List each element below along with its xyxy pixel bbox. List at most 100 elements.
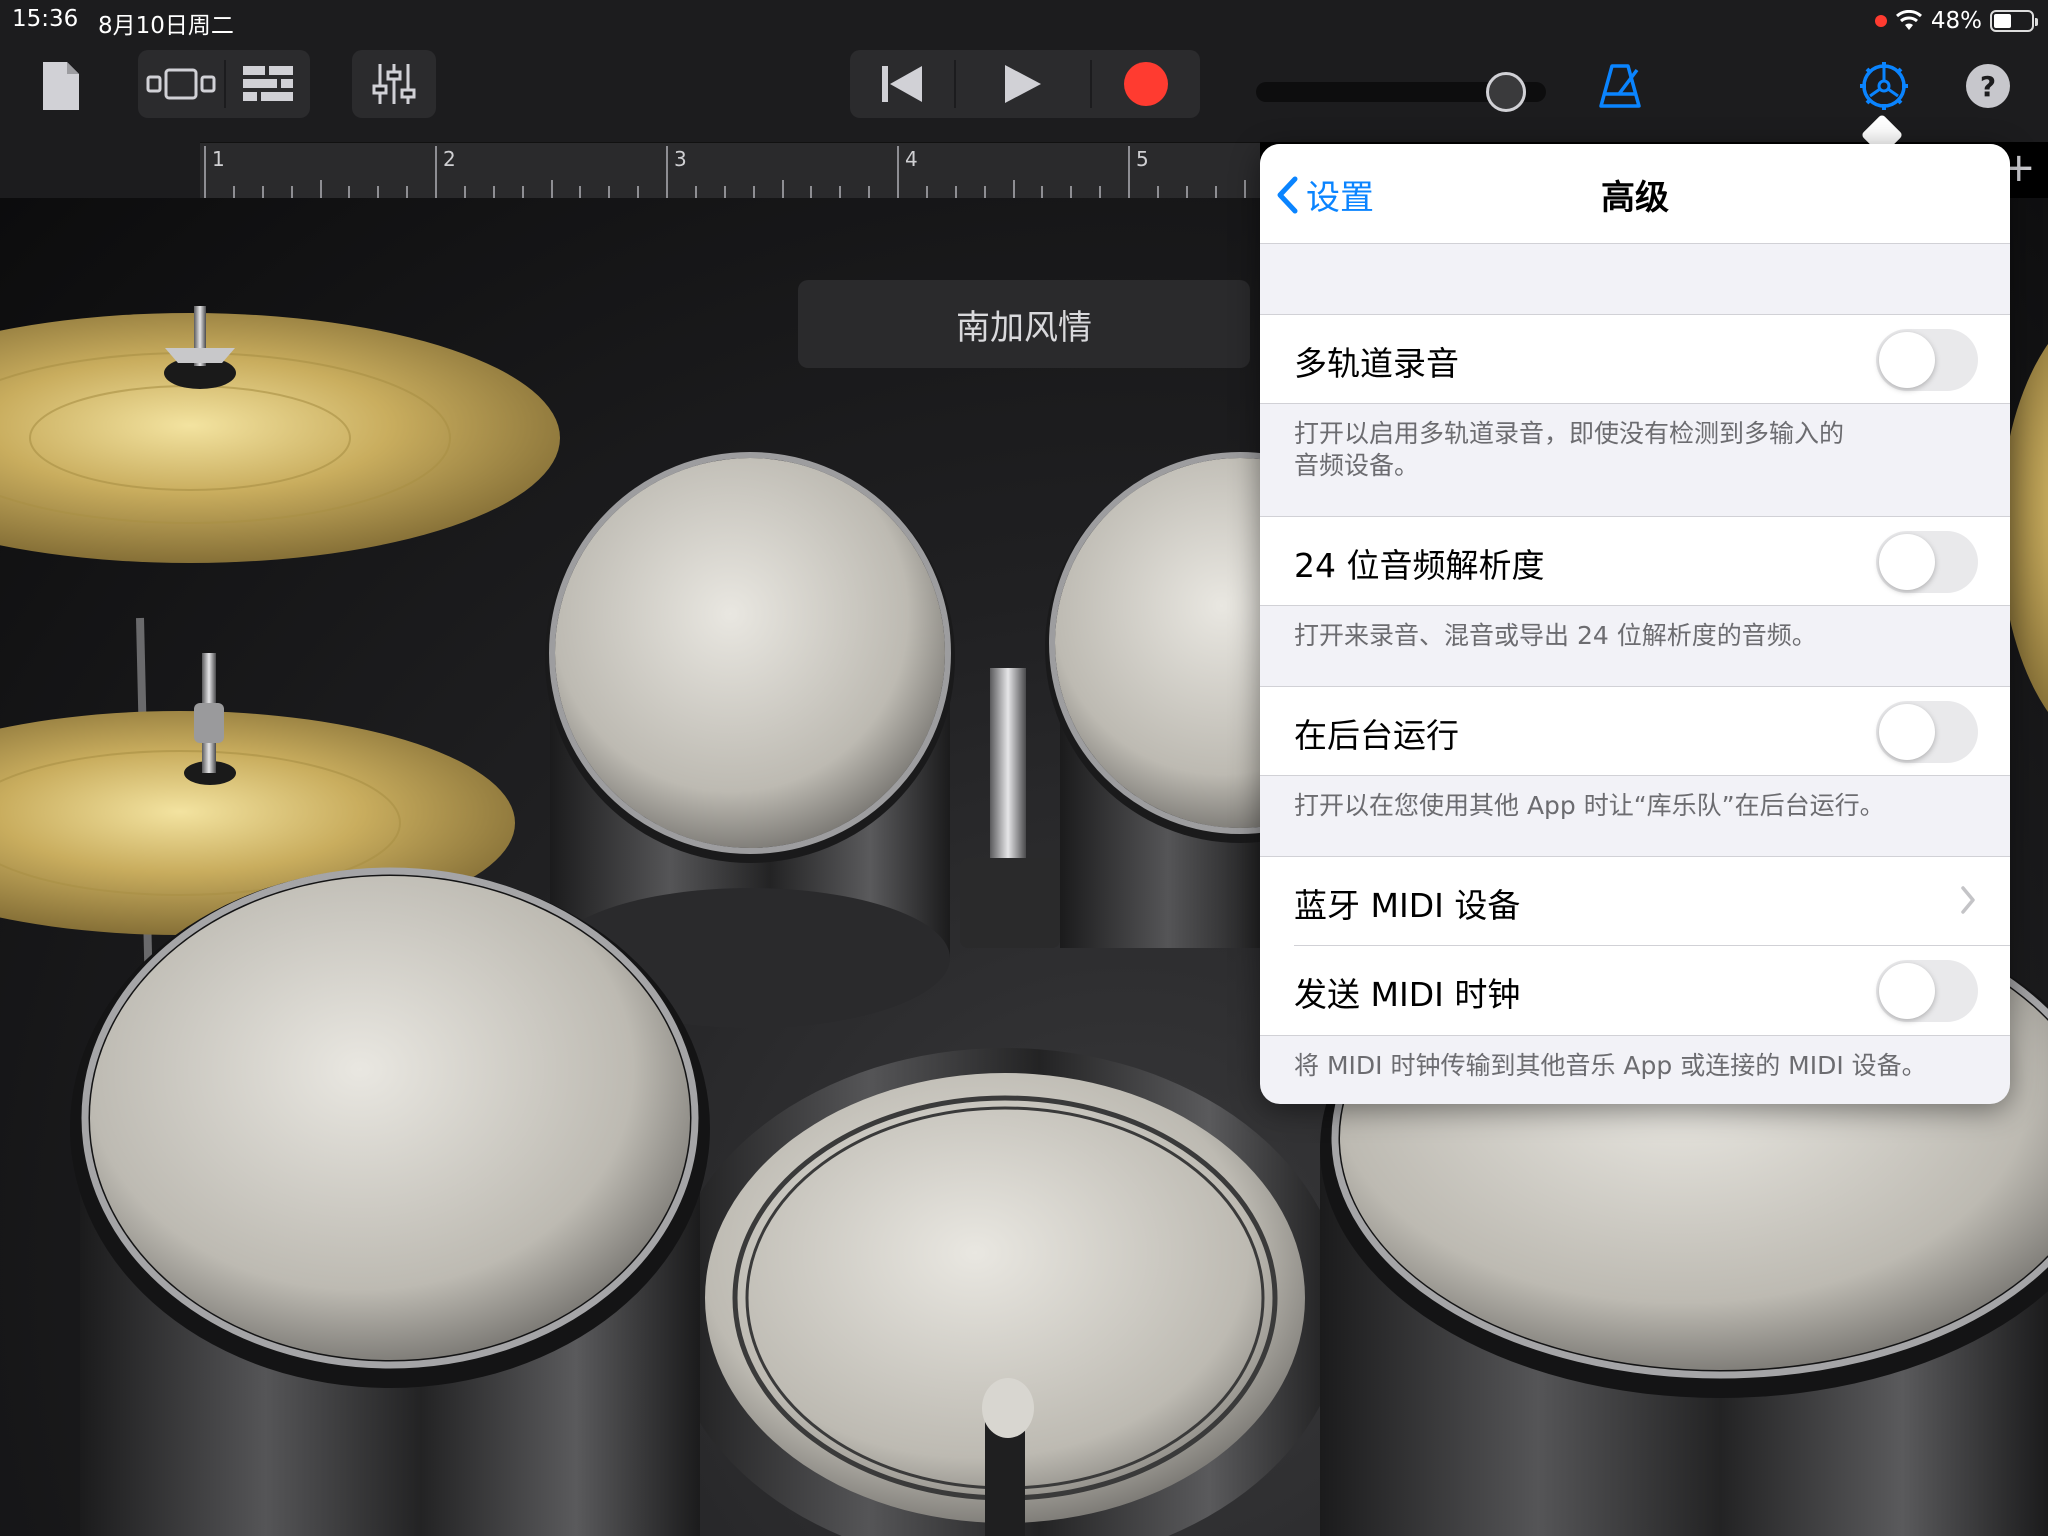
multitrack-recording-toggle[interactable] bbox=[1876, 329, 1978, 391]
tom-mount-base bbox=[960, 858, 1060, 948]
ruler-tick bbox=[1243, 180, 1246, 198]
ruler-bar-label: 4 bbox=[905, 147, 918, 171]
footnote-line: 将 MIDI 时钟传输到其他音乐 App 或连接的 MIDI 设备。 bbox=[1294, 1051, 1927, 1080]
row-label: 蓝牙 MIDI 设备 bbox=[1294, 886, 1521, 925]
timeline-ruler[interactable]: 1 2 3 4 5 bbox=[200, 142, 1333, 198]
toolbar: ? bbox=[0, 40, 2048, 142]
advanced-settings-popover: 设置 高级 多轨道录音 打开以启用多轨道录音，即使没有检测到多输入的 音频设备。… bbox=[1260, 144, 2010, 1104]
ruler-tick bbox=[723, 186, 726, 198]
run-in-background-footnote: 打开以在您使用其他 App 时让“库乐队”在后台运行。 bbox=[1294, 790, 1984, 822]
settings-button[interactable] bbox=[1858, 56, 1910, 116]
transport-controls bbox=[850, 50, 1200, 118]
ruler-tick bbox=[1128, 146, 1130, 198]
ruler-tick bbox=[579, 186, 582, 198]
status-bar: 15:36 8月10日周二 48% bbox=[0, 0, 2048, 40]
ruler-tick bbox=[983, 186, 986, 198]
toggle-knob bbox=[1879, 963, 1935, 1019]
ruler-tick bbox=[261, 186, 264, 198]
volume-knob[interactable] bbox=[1486, 72, 1526, 112]
go-to-beginning-button[interactable] bbox=[850, 50, 954, 118]
ruler-tick bbox=[406, 186, 409, 198]
ruler-tick bbox=[608, 186, 611, 198]
footnote-line: 打开以启用多轨道录音，即使没有检测到多输入的 bbox=[1294, 419, 1845, 448]
play-icon bbox=[1005, 65, 1041, 103]
ruler-tick bbox=[521, 186, 524, 198]
audio-24bit-footnote: 打开来录音、混音或导出 24 位解析度的音频。 bbox=[1294, 620, 1984, 652]
ruler-tick bbox=[463, 186, 466, 198]
ruler-tick bbox=[897, 146, 899, 198]
ruler-tick bbox=[377, 186, 380, 198]
ruler-tick bbox=[204, 146, 206, 198]
ruler-tick bbox=[752, 186, 755, 198]
audio-24bit-row: 24 位音频解析度 bbox=[1260, 516, 2010, 606]
view-button-group bbox=[138, 50, 310, 118]
ruler-bar-label: 1 bbox=[212, 147, 225, 171]
run-in-background-row: 在后台运行 bbox=[1260, 686, 2010, 776]
ruler-tick bbox=[1099, 186, 1102, 198]
ruler-tick bbox=[435, 146, 437, 198]
status-right: 48% bbox=[1874, 6, 2038, 36]
kick-drum bbox=[665, 1048, 1345, 1536]
drum-kit-preset-label[interactable]: 南加风情 bbox=[798, 280, 1250, 368]
bluetooth-midi-devices-row[interactable]: 蓝牙 MIDI 设备 bbox=[1260, 856, 2010, 946]
ruler-tick bbox=[290, 186, 293, 198]
ruler-tick bbox=[666, 146, 668, 198]
chevron-right-icon bbox=[1961, 886, 1975, 914]
mixer-button-inner bbox=[352, 50, 436, 118]
master-volume-slider[interactable] bbox=[1256, 72, 1546, 112]
record-button[interactable] bbox=[1092, 50, 1200, 118]
gear-icon bbox=[1860, 62, 1908, 110]
my-songs-button[interactable] bbox=[36, 56, 86, 116]
ruler-bar-label: 5 bbox=[1136, 147, 1149, 171]
toggle-knob bbox=[1879, 332, 1935, 388]
instrument-view-icon bbox=[146, 68, 216, 100]
ruler-left-spacer bbox=[0, 142, 200, 198]
tracks-view-button[interactable] bbox=[226, 50, 310, 118]
ruler-tick bbox=[1070, 186, 1073, 198]
mixer-button[interactable] bbox=[352, 50, 436, 118]
instrument-view-button[interactable] bbox=[138, 50, 224, 118]
ruler-bar-label: 3 bbox=[674, 147, 687, 171]
ruler-tick bbox=[1185, 186, 1188, 198]
send-midi-clock-footnote: 将 MIDI 时钟传输到其他音乐 App 或连接的 MIDI 设备。 bbox=[1294, 1050, 1984, 1082]
run-in-background-toggle[interactable] bbox=[1876, 701, 1978, 763]
recording-indicator-dot bbox=[1874, 15, 1887, 27]
ruler-tick bbox=[637, 186, 640, 198]
row-label: 24 位音频解析度 bbox=[1294, 546, 1545, 585]
ruler-tick bbox=[694, 186, 697, 198]
ruler-tick bbox=[1214, 186, 1217, 198]
popover-title: 高级 bbox=[1601, 178, 1669, 218]
status-date: 8月10日周二 bbox=[98, 13, 234, 39]
toggle-knob bbox=[1879, 534, 1935, 590]
go-to-beginning-icon bbox=[882, 66, 922, 102]
play-button[interactable] bbox=[956, 50, 1090, 118]
document-icon bbox=[43, 62, 79, 110]
metronome-button[interactable] bbox=[1592, 56, 1648, 116]
tom-mount bbox=[990, 668, 1026, 888]
ruler-tick bbox=[810, 186, 813, 198]
help-button[interactable]: ? bbox=[1966, 64, 2010, 108]
send-midi-clock-toggle[interactable] bbox=[1876, 960, 1978, 1022]
toggle-knob bbox=[1879, 704, 1935, 760]
wifi-icon bbox=[1895, 10, 1922, 30]
ruler-tick bbox=[319, 180, 322, 198]
audio-24bit-toggle[interactable] bbox=[1876, 531, 1978, 593]
ruler-bar-label: 2 bbox=[443, 147, 456, 171]
metronome-icon bbox=[1599, 64, 1641, 108]
battery-percent: 48% bbox=[1930, 8, 1982, 34]
ruler-tick bbox=[925, 186, 928, 198]
mixer-sliders-icon bbox=[372, 64, 416, 104]
row-label: 发送 MIDI 时钟 bbox=[1294, 975, 1521, 1014]
row-label: 多轨道录音 bbox=[1294, 344, 1459, 383]
ruler-tick bbox=[348, 186, 351, 198]
send-midi-clock-row: 发送 MIDI 时钟 bbox=[1260, 946, 2010, 1036]
ruler-tick bbox=[550, 180, 553, 198]
multitrack-recording-footnote: 打开以启用多轨道录音，即使没有检测到多输入的 音频设备。 bbox=[1294, 418, 1984, 482]
ruler-tick bbox=[839, 186, 842, 198]
battery-level-fill bbox=[1994, 14, 2011, 28]
ruler-tick bbox=[1041, 186, 1044, 198]
battery-icon bbox=[1990, 10, 2038, 32]
ruler-tick bbox=[1156, 186, 1159, 198]
ruler-tick bbox=[232, 186, 235, 198]
multitrack-recording-row: 多轨道录音 bbox=[1260, 314, 2010, 404]
